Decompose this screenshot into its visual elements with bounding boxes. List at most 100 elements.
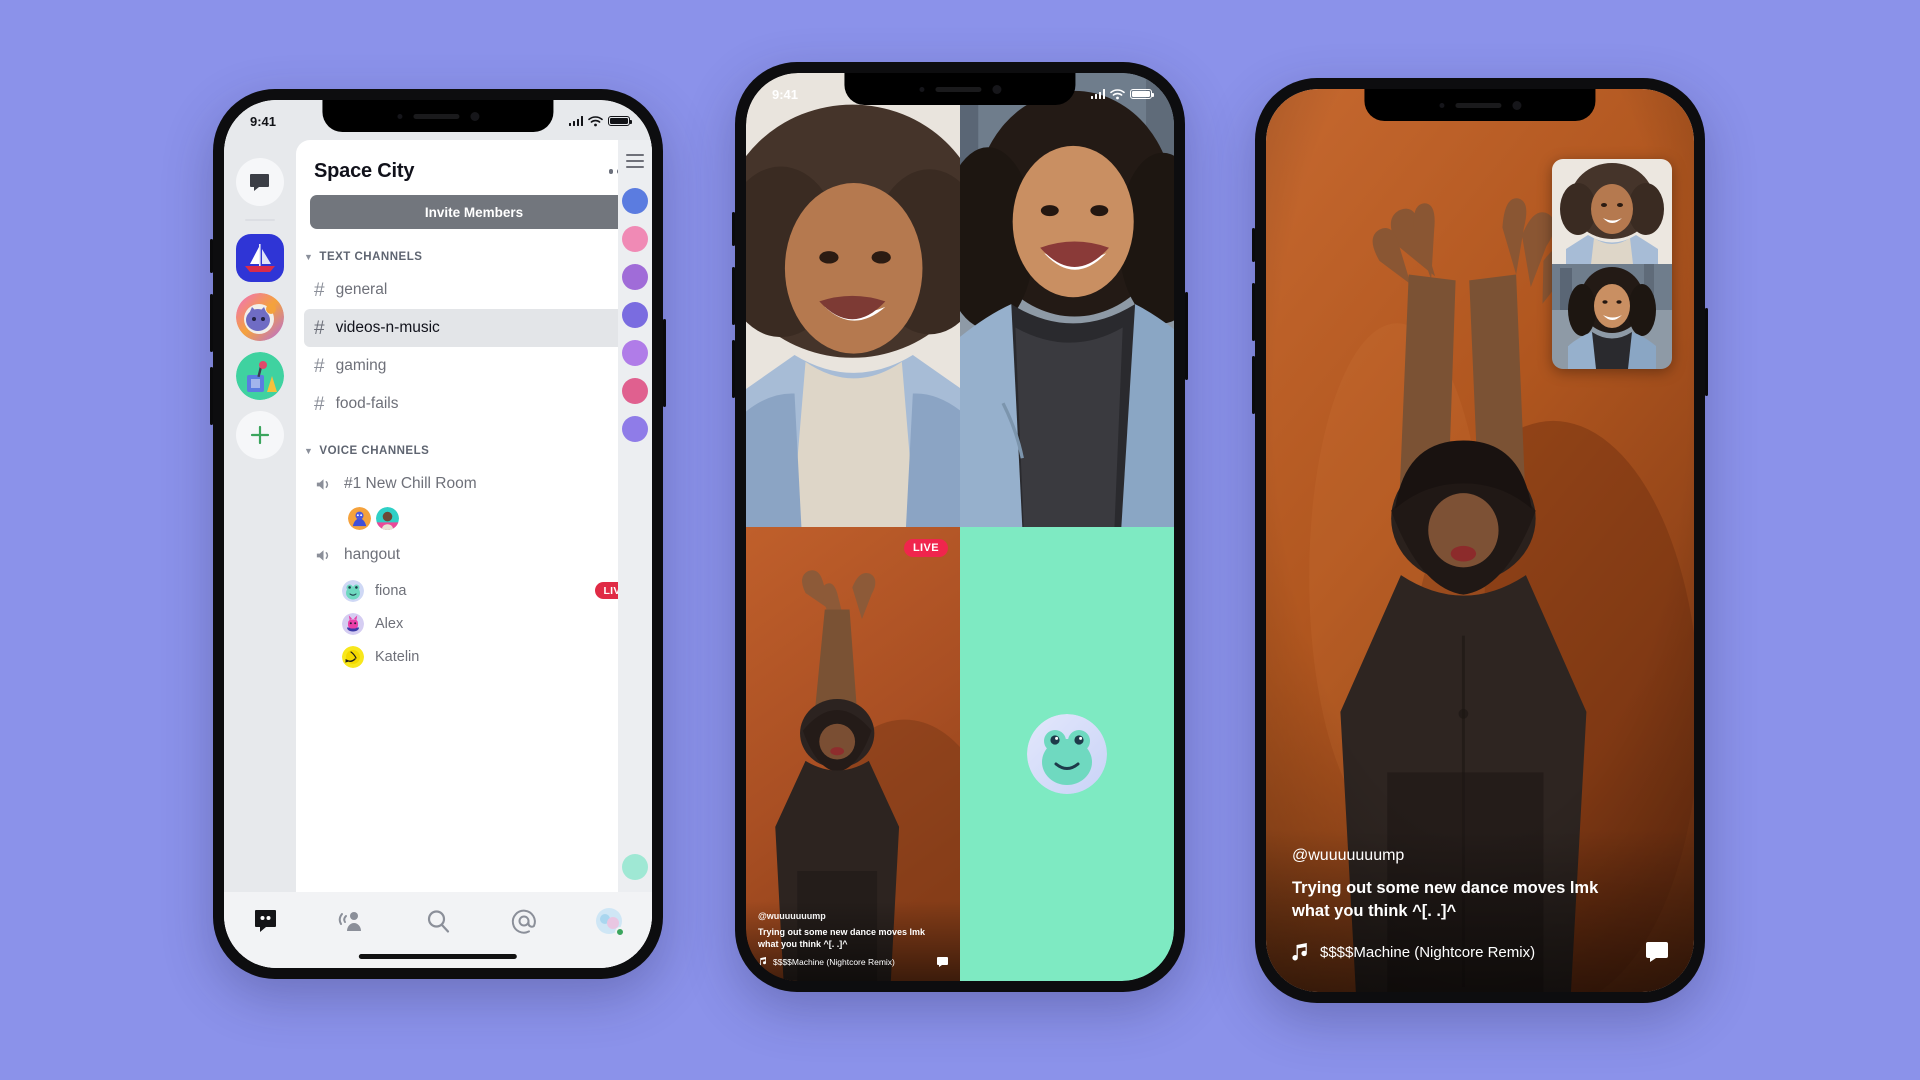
- phone1-mute-switch[interactable]: [210, 239, 213, 273]
- page-title: Space City: [314, 160, 415, 182]
- phone3-volume-up[interactable]: [1252, 283, 1255, 341]
- speaker-icon: [316, 478, 329, 490]
- sidebar-item-server-sailboat[interactable]: [236, 234, 284, 282]
- sidebar-item-general[interactable]: # general: [304, 271, 644, 309]
- phone-device-3: @wuuuuuuump Trying out some new dance mo…: [1252, 78, 1708, 1003]
- avatar[interactable]: [622, 377, 648, 404]
- sailboat-icon: [245, 244, 275, 272]
- sidebar-item-new-chill-room[interactable]: #1 New Chill Room: [304, 465, 644, 503]
- stream-caption: Trying out some new dance moves lmk what…: [1292, 879, 1599, 920]
- stream-overlay: @wuuuuuuump Trying out some new dance mo…: [746, 900, 960, 981]
- photo-denim-jacket-woman: [960, 73, 1174, 527]
- stream-music-row: $$$$Machine (Nightcore Remix): [758, 957, 948, 967]
- comment-icon[interactable]: [937, 957, 948, 967]
- plus-icon: [250, 425, 270, 445]
- channel-label: gaming: [335, 357, 387, 374]
- voice-channel-avatars: [296, 503, 652, 536]
- status-badge-live: LIVE: [903, 539, 948, 557]
- phone2-mute-switch[interactable]: [732, 212, 735, 246]
- avatar[interactable]: [622, 854, 648, 880]
- member-list-peek-strip: [618, 140, 652, 892]
- stream-caption: Trying out some new dance moves lmk what…: [758, 926, 926, 949]
- avatar[interactable]: [622, 415, 648, 442]
- tab-search[interactable]: [423, 906, 453, 936]
- home-indicator: [358, 954, 518, 959]
- phone-device-2: LIVE @wuuuuuuump Trying out some new dan…: [732, 62, 1188, 992]
- hash-icon: #: [314, 279, 325, 301]
- hamburger-menu-icon[interactable]: [626, 154, 644, 168]
- member-name: fiona: [375, 582, 407, 599]
- channel-label: videos-n-music: [335, 319, 440, 336]
- picture-in-picture-stack[interactable]: [1552, 159, 1672, 369]
- sidebar-item-direct-messages[interactable]: [236, 158, 284, 206]
- sidebar-item-server-art-supplies[interactable]: [236, 352, 284, 400]
- phone3-power-button[interactable]: [1705, 308, 1708, 396]
- chat-bubble-icon: [250, 174, 269, 191]
- phone2-power-button[interactable]: [1185, 292, 1188, 380]
- device-notch: [322, 100, 554, 132]
- phone1-power-button[interactable]: [663, 319, 666, 407]
- device-notch: [1364, 89, 1596, 121]
- avatar: [342, 579, 364, 602]
- voice-channel-label: hangout: [344, 546, 401, 563]
- video-tile-frog-avatar[interactable]: [960, 527, 1174, 981]
- phone3-mute-switch[interactable]: [1252, 228, 1255, 262]
- tab-friends[interactable]: [337, 906, 367, 936]
- member-name: Katelin: [375, 648, 420, 665]
- add-server-button[interactable]: [236, 411, 284, 459]
- pip-tile-curly-hair-woman[interactable]: [1552, 159, 1672, 264]
- category-text-channels[interactable]: ▼ TEXT CHANNELS: [296, 229, 652, 271]
- category-voice-channels[interactable]: ▼ VOICE CHANNELS: [296, 423, 652, 465]
- photo-curly-hair-woman: [746, 73, 960, 527]
- list-item-member-katelin[interactable]: Katelin: [296, 640, 652, 673]
- phone3-volume-down[interactable]: [1252, 356, 1255, 414]
- avatar[interactable]: [622, 225, 648, 252]
- video-tile-dancer-stream[interactable]: LIVE @wuuuuuuump Trying out some new dan…: [746, 527, 960, 981]
- art-supplies-icon: [236, 352, 284, 400]
- sidebar-item-food-fails[interactable]: # food-fails: [304, 385, 644, 423]
- person-wave-icon: [339, 912, 362, 931]
- avatar[interactable]: [622, 301, 648, 328]
- list-item-member-alex[interactable]: Alex: [296, 607, 652, 640]
- yellow-face-avatar: [342, 645, 364, 668]
- category-label: TEXT CHANNELS: [319, 251, 423, 263]
- voice-channel-label: #1 New Chill Room: [344, 475, 477, 492]
- phone2-volume-down[interactable]: [732, 340, 735, 398]
- stream-overlay: @wuuuuuuump Trying out some new dance mo…: [1266, 829, 1694, 992]
- tab-home[interactable]: [252, 906, 282, 936]
- list-item-member-fiona[interactable]: fiona LIVE: [296, 574, 652, 607]
- channel-panel: Space City Invite Members ▼ TEXT CHANNEL…: [296, 140, 652, 968]
- channel-label: food-fails: [335, 395, 399, 412]
- frog-avatar: [342, 579, 364, 602]
- sidebar-item-hangout[interactable]: hangout: [304, 536, 644, 574]
- pink-bunny-avatar: [342, 612, 364, 635]
- avatar-portrait[interactable]: [376, 507, 399, 530]
- comment-icon[interactable]: [1646, 942, 1668, 962]
- phone1-volume-down[interactable]: [210, 367, 213, 425]
- portrait-avatar: [376, 507, 399, 530]
- video-tile-curly-hair-woman[interactable]: [746, 73, 960, 527]
- video-tile-denim-jacket-woman[interactable]: [960, 73, 1174, 527]
- frog-avatar: [1027, 714, 1107, 794]
- avatar-genie[interactable]: [348, 507, 371, 530]
- tab-profile[interactable]: [594, 906, 626, 937]
- video-grid: LIVE @wuuuuuuump Trying out some new dan…: [746, 73, 1174, 981]
- avatar[interactable]: [622, 187, 648, 214]
- phone2-volume-up[interactable]: [732, 267, 735, 325]
- sidebar-item-gaming[interactable]: # gaming: [304, 347, 644, 385]
- sidebar-item-server-astronaut-cat[interactable]: [236, 293, 284, 341]
- avatar: [1027, 714, 1107, 794]
- invite-members-button[interactable]: Invite Members: [310, 195, 638, 229]
- avatar: [342, 612, 364, 635]
- sidebar-item-videos-n-music[interactable]: # videos-n-music: [304, 309, 644, 347]
- avatar[interactable]: [622, 263, 648, 290]
- chevron-down-icon: ▼: [304, 251, 314, 262]
- avatar[interactable]: [622, 339, 648, 366]
- fullscreen-stream[interactable]: @wuuuuuuump Trying out some new dance mo…: [1266, 89, 1694, 992]
- tab-mentions[interactable]: [509, 906, 539, 936]
- stream-handle: @wuuuuuuump: [1292, 847, 1405, 865]
- photo-curly-hair-woman: [1552, 159, 1672, 264]
- at-icon: [511, 909, 536, 934]
- pip-tile-denim-jacket-woman[interactable]: [1552, 264, 1672, 369]
- phone1-volume-up[interactable]: [210, 294, 213, 352]
